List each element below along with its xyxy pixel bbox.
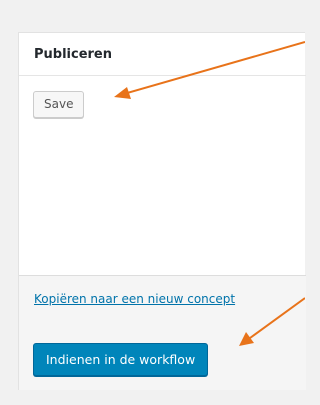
publish-box: Publiceren Save Kopiëren naar een nieuw … xyxy=(18,32,306,390)
screenshot-stage: Publiceren Save Kopiëren naar een nieuw … xyxy=(0,0,306,405)
publish-box-title: Publiceren xyxy=(34,47,113,62)
copy-to-new-draft-link[interactable]: Kopiëren naar een nieuw concept xyxy=(34,291,235,307)
publish-box-header: Publiceren xyxy=(19,33,306,76)
save-button[interactable]: Save xyxy=(33,91,85,118)
publish-box-body: Save xyxy=(19,76,306,275)
publish-box-footer: Kopiëren naar een nieuw concept Indienen… xyxy=(19,275,306,390)
submit-to-workflow-button[interactable]: Indienen in de workflow xyxy=(33,343,209,376)
